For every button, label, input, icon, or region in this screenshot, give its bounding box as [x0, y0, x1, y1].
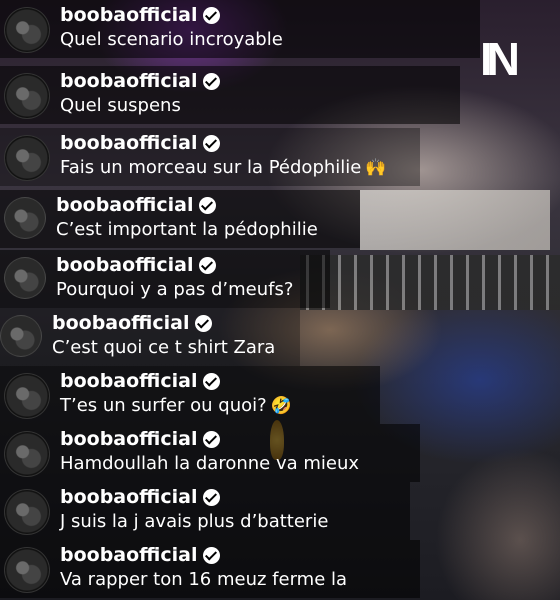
username[interactable]: boobaofficial	[60, 3, 197, 27]
username[interactable]: boobaofficial	[60, 427, 197, 451]
avatar[interactable]	[4, 197, 46, 239]
comment-row: boobaofficial Quel suspens	[0, 66, 464, 124]
verified-badge-icon	[203, 6, 221, 24]
comment-message: J suis la j avais plus d’batterie	[60, 511, 329, 532]
verified-badge-icon	[195, 314, 213, 332]
comment-message: Va rapper ton 16 meuz ferme la	[60, 569, 348, 590]
verified-badge-icon	[203, 72, 221, 90]
avatar[interactable]	[0, 315, 42, 357]
avatar[interactable]	[4, 547, 50, 593]
avatar[interactable]	[4, 489, 50, 535]
username[interactable]: boobaofficial	[56, 253, 193, 277]
avatar[interactable]	[4, 257, 46, 299]
comment-message: T’es un surfer ou quoi?	[60, 395, 267, 416]
avatar[interactable]	[4, 431, 50, 477]
comment-row: boobaofficial T’es un surfer ou quoi? 🤣	[0, 366, 384, 424]
comment-message: Pourquoi y a pas d’meufs?	[56, 279, 294, 300]
username[interactable]: boobaofficial	[60, 131, 197, 155]
verified-badge-icon	[203, 134, 221, 152]
username[interactable]: boobaofficial	[56, 193, 193, 217]
verified-badge-icon	[203, 488, 221, 506]
comment-row: boobaofficial Va rapper ton 16 meuz ferm…	[0, 540, 424, 598]
comment-row: boobaofficial Quel scenario incroyable	[0, 0, 484, 58]
comment-message: C’est important la pédophilie	[56, 219, 318, 240]
comment-message: Quel scenario incroyable	[60, 29, 283, 50]
comment-message: C’est quoi ce t shirt Zara	[52, 337, 276, 358]
comment-row: boobaofficial Hamdoullah la daronne va m…	[0, 424, 424, 482]
comment-message: Quel suspens	[60, 95, 181, 116]
raised-hands-emoji-icon: 🙌	[365, 158, 387, 178]
live-comment-feed: boobaofficial Quel scenario incroyable b…	[0, 0, 560, 600]
avatar[interactable]	[4, 7, 50, 53]
username[interactable]: boobaofficial	[52, 311, 189, 335]
comment-row: boobaofficial Fais un morceau sur la Péd…	[0, 128, 424, 186]
verified-badge-icon	[203, 546, 221, 564]
comment-row: boobaofficial Pourquoi y a pas d’meufs?	[0, 250, 334, 308]
comment-message: Hamdoullah la daronne va mieux	[60, 453, 360, 474]
username[interactable]: boobaofficial	[60, 69, 197, 93]
comment-row: boobaofficial C’est important la pédophi…	[0, 190, 364, 248]
avatar[interactable]	[4, 73, 50, 119]
comment-row: boobaofficial J suis la j avais plus d’b…	[0, 482, 414, 540]
verified-badge-icon	[199, 196, 217, 214]
verified-badge-icon	[203, 430, 221, 448]
verified-badge-icon	[199, 256, 217, 274]
avatar[interactable]	[4, 135, 50, 181]
rolling-laughing-emoji-icon: 🤣	[270, 396, 292, 416]
username[interactable]: boobaofficial	[60, 543, 197, 567]
comment-row: boobaofficial C’est quoi ce t shirt Zara	[0, 308, 300, 366]
username[interactable]: boobaofficial	[60, 485, 197, 509]
verified-badge-icon	[203, 372, 221, 390]
avatar[interactable]	[4, 373, 50, 419]
username[interactable]: boobaofficial	[60, 369, 197, 393]
comment-message: Fais un morceau sur la Pédophilie	[60, 157, 362, 178]
